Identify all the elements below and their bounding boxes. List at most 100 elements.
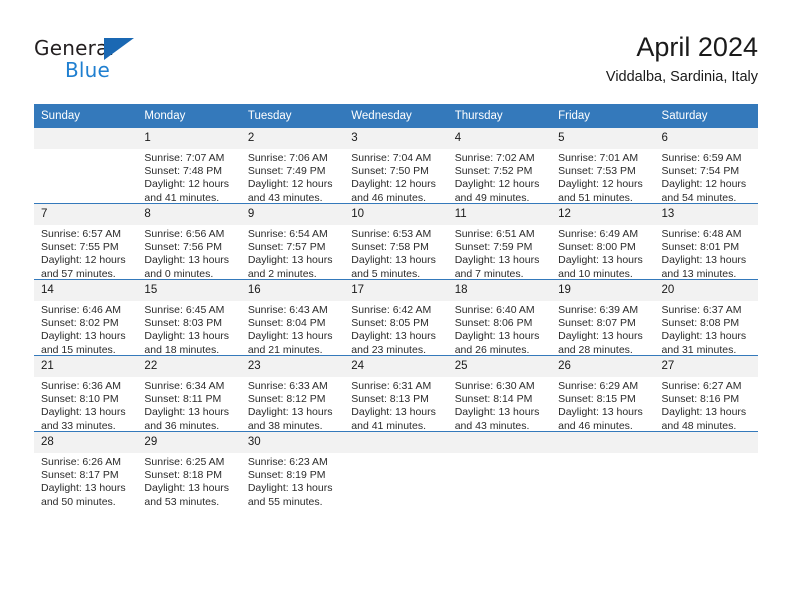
calendar-day-cell[interactable]: 25 Sunrise: 6:30 AM Sunset: 8:14 PM Dayligh… — [447, 355, 552, 432]
day-number — [344, 432, 448, 453]
calendar-day-cell[interactable]: 24 Sunrise: 6:31 AM Sunset: 8:13 PM Dayligh… — [344, 355, 448, 433]
day-number: 25 — [447, 356, 552, 377]
day-details: Sunrise: 6:37 AM Sunset: 8:08 PM Daylight:… — [655, 301, 758, 357]
day-details: Sunrise: 6:59 AM Sunset: 7:54 PM Daylight:… — [655, 149, 758, 205]
daylight-duration-line2: and 57 minutes. — [41, 267, 116, 280]
sunset-time: Sunset: 8:08 PM — [661, 317, 740, 330]
daylight-duration-line1: Daylight: 12 hours — [454, 178, 540, 191]
calendar-day-cell[interactable]: 20 Sunrise: 6:37 AM Sunset: 8:08 PM Dayligh… — [654, 279, 758, 357]
daylight-duration-line1: Daylight: 13 hours — [661, 330, 747, 343]
daylight-duration-line2: and 31 minutes. — [661, 343, 737, 356]
calendar-day-cell[interactable]: 5 Sunrise: 7:01 AM Sunset: 7:53 PM Daylight… — [551, 128, 655, 204]
sunset-time: Sunset: 7:52 PM — [454, 165, 533, 178]
day-number: 29 — [137, 432, 241, 453]
title-block: April 2024 Viddalba, Sardinia, Italy — [606, 30, 758, 88]
calendar-day-cell[interactable]: 30 Sunrise: 6:23 AM Sunset: 8:19 PM Dayligh… — [240, 431, 345, 509]
daylight-duration-line2: and 55 minutes. — [247, 495, 323, 508]
day-details: Sunrise: 6:23 AM Sunset: 8:19 PM Daylight:… — [241, 453, 344, 509]
daylight-duration-line1: Daylight: 12 hours — [247, 178, 333, 191]
sunset-time: Sunset: 7:57 PM — [247, 241, 326, 254]
day-number: 10 — [344, 204, 448, 225]
day-details: Sunrise: 6:42 AM Sunset: 8:05 PM Daylight:… — [344, 301, 447, 357]
calendar-cell-inner: 25 Sunrise: 6:30 AM Sunset: 8:14 PM Dayligh… — [447, 356, 552, 432]
day-number: 15 — [137, 280, 241, 301]
calendar-day-cell[interactable]: 3 Sunrise: 7:04 AM Sunset: 7:50 PM Daylight… — [344, 128, 448, 204]
daylight-duration-line2: and 13 minutes. — [661, 267, 737, 280]
sunrise-time: Sunrise: 6:48 AM — [661, 228, 742, 240]
sunset-time: Sunset: 8:18 PM — [144, 469, 223, 482]
sunrise-time: Sunrise: 6:30 AM — [454, 380, 535, 392]
calendar-day-cell[interactable]: 22 Sunrise: 6:34 AM Sunset: 8:11 PM Dayligh… — [137, 355, 241, 433]
day-number: 1 — [137, 128, 241, 149]
calendar-day-cell[interactable]: 4 Sunrise: 7:02 AM Sunset: 7:52 PM Daylight… — [447, 128, 552, 204]
calendar-day-cell[interactable]: 18 Sunrise: 6:40 AM Sunset: 8:06 PM Dayligh… — [447, 279, 552, 356]
calendar-day-cell[interactable]: 21 Sunrise: 6:36 AM Sunset: 8:10 PM Dayligh… — [34, 355, 138, 432]
calendar-day-cell[interactable]: 7 Sunrise: 6:57 AM Sunset: 7:55 PM Daylight… — [34, 203, 138, 281]
calendar-day-cell[interactable]: 17 Sunrise: 6:42 AM Sunset: 8:05 PM Dayligh… — [344, 279, 448, 357]
daylight-duration-line2: and 15 minutes. — [41, 343, 116, 356]
calendar-day-cell[interactable]: 8 Sunrise: 6:56 AM Sunset: 7:56 PM Daylight… — [137, 203, 241, 280]
sunrise-time: Sunrise: 6:59 AM — [661, 152, 742, 164]
calendar-day-cell[interactable]: 19 Sunrise: 6:39 AM Sunset: 8:07 PM Dayligh… — [551, 279, 655, 356]
calendar-week-row: 21 Sunrise: 6:36 AM Sunset: 8:10 PM Dayligh… — [34, 355, 758, 433]
day-details: Sunrise: 6:57 AM Sunset: 7:55 PM Daylight:… — [34, 225, 137, 281]
sunset-time: Sunset: 8:05 PM — [351, 317, 429, 330]
day-number: 19 — [551, 280, 655, 301]
sunset-time: Sunset: 8:06 PM — [454, 317, 533, 330]
daylight-duration-line1: Daylight: 13 hours — [41, 406, 126, 419]
calendar-day-cell[interactable]: 15 Sunrise: 6:45 AM Sunset: 8:03 PM Dayligh… — [137, 279, 241, 356]
daylight-duration-line1: Daylight: 13 hours — [247, 330, 333, 343]
daylight-duration-line2: and 10 minutes. — [558, 267, 633, 280]
calendar-day-cell[interactable]: 14 Sunrise: 6:46 AM Sunset: 8:02 PM Dayligh… — [34, 279, 138, 356]
sunset-time: Sunset: 8:11 PM — [144, 393, 222, 406]
calendar-cell-inner: 4 Sunrise: 7:02 AM Sunset: 7:52 PM Daylight… — [447, 128, 552, 204]
calendar-day-cell[interactable]: 29 Sunrise: 6:25 AM Sunset: 8:18 PM Dayligh… — [137, 431, 241, 509]
daylight-duration-line1: Daylight: 13 hours — [454, 406, 540, 419]
calendar-day-cell[interactable]: 16 Sunrise: 6:43 AM Sunset: 8:04 PM Dayligh… — [240, 279, 345, 356]
calendar-day-cell[interactable]: 13 Sunrise: 6:48 AM Sunset: 8:01 PM Dayligh… — [654, 203, 758, 280]
calendar-day-cell[interactable]: 1 Sunrise: 7:07 AM Sunset: 7:48 PM Daylight… — [137, 128, 241, 204]
day-details: Sunrise: 6:34 AM Sunset: 8:11 PM Daylight:… — [137, 377, 240, 433]
sunrise-time: Sunrise: 7:02 AM — [454, 152, 535, 164]
calendar-day-cell[interactable]: 11 Sunrise: 6:51 AM Sunset: 7:59 PM Dayligh… — [447, 203, 552, 281]
daylight-duration-line1: Daylight: 13 hours — [351, 254, 436, 267]
calendar-day-cell[interactable]: 2 Sunrise: 7:06 AM Sunset: 7:49 PM Daylight… — [240, 128, 345, 204]
day-details: Sunrise: 6:31 AM Sunset: 8:13 PM Daylight:… — [344, 377, 447, 433]
calendar-day-cell[interactable]: 23 Sunrise: 6:33 AM Sunset: 8:12 PM Dayligh… — [240, 355, 345, 432]
calendar-day-cell[interactable]: 26 Sunrise: 6:29 AM Sunset: 8:15 PM Dayligh… — [551, 355, 655, 432]
sunset-time: Sunset: 8:19 PM — [247, 469, 326, 482]
day-number: 4 — [447, 128, 552, 149]
daylight-duration-line1: Daylight: 13 hours — [661, 406, 747, 419]
weekday-header-row: Sunday Monday Tuesday Wednesday Thursday… — [34, 104, 758, 128]
daylight-duration-line2: and 33 minutes. — [41, 419, 116, 432]
sunrise-time: Sunrise: 6:56 AM — [144, 228, 225, 240]
calendar-day-cell[interactable]: 27 Sunrise: 6:27 AM Sunset: 8:16 PM Dayligh… — [654, 355, 758, 432]
daylight-duration-line1: Daylight: 13 hours — [144, 330, 230, 343]
page-header: General Blue April 2024 Viddalba, Sardin… — [34, 30, 758, 96]
calendar-day-cell[interactable]: 6 Sunrise: 6:59 AM Sunset: 7:54 PM Daylight… — [654, 128, 758, 205]
sunrise-time: Sunrise: 6:37 AM — [661, 304, 742, 316]
daylight-duration-line1: Daylight: 13 hours — [558, 254, 643, 267]
calendar-cell-inner: 11 Sunrise: 6:51 AM Sunset: 7:59 PM Dayligh… — [447, 204, 552, 281]
calendar-day-cell[interactable]: 12 Sunrise: 6:49 AM Sunset: 8:00 PM Dayligh… — [551, 203, 655, 280]
day-number: 9 — [240, 204, 345, 225]
calendar-body: 1 Sunrise: 7:07 AM Sunset: 7:48 PM Daylight… — [34, 128, 758, 509]
day-details: Sunrise: 6:51 AM Sunset: 7:59 PM Daylight:… — [448, 225, 551, 281]
day-number: 23 — [240, 356, 345, 377]
generalblue-logo[interactable]: General Blue — [34, 36, 154, 84]
calendar-day-cell[interactable]: 10 Sunrise: 6:53 AM Sunset: 7:58 PM Dayligh… — [344, 203, 448, 280]
calendar-cell-inner: 18 Sunrise: 6:40 AM Sunset: 8:06 PM Dayligh… — [447, 280, 552, 356]
calendar-cell-inner — [447, 432, 552, 507]
calendar-cell-inner: 16 Sunrise: 6:43 AM Sunset: 8:04 PM Dayligh… — [240, 280, 345, 356]
calendar-day-cell[interactable]: 28 Sunrise: 6:26 AM Sunset: 8:17 PM Dayligh… — [34, 431, 138, 508]
calendar-cell-inner: 19 Sunrise: 6:39 AM Sunset: 8:07 PM Dayligh… — [551, 280, 655, 356]
day-number: 7 — [34, 204, 138, 225]
calendar-cell-empty — [551, 431, 655, 507]
daylight-duration-line1: Daylight: 12 hours — [41, 254, 126, 267]
day-details: Sunrise: 6:25 AM Sunset: 8:18 PM Daylight:… — [137, 453, 240, 509]
calendar-day-cell[interactable]: 9 Sunrise: 6:54 AM Sunset: 7:57 PM Daylight… — [240, 203, 345, 280]
calendar-cell-inner — [34, 128, 138, 203]
daylight-duration-line2: and 18 minutes. — [144, 343, 220, 356]
sunrise-time: Sunrise: 7:01 AM — [558, 152, 639, 164]
calendar-cell-inner — [344, 432, 448, 507]
